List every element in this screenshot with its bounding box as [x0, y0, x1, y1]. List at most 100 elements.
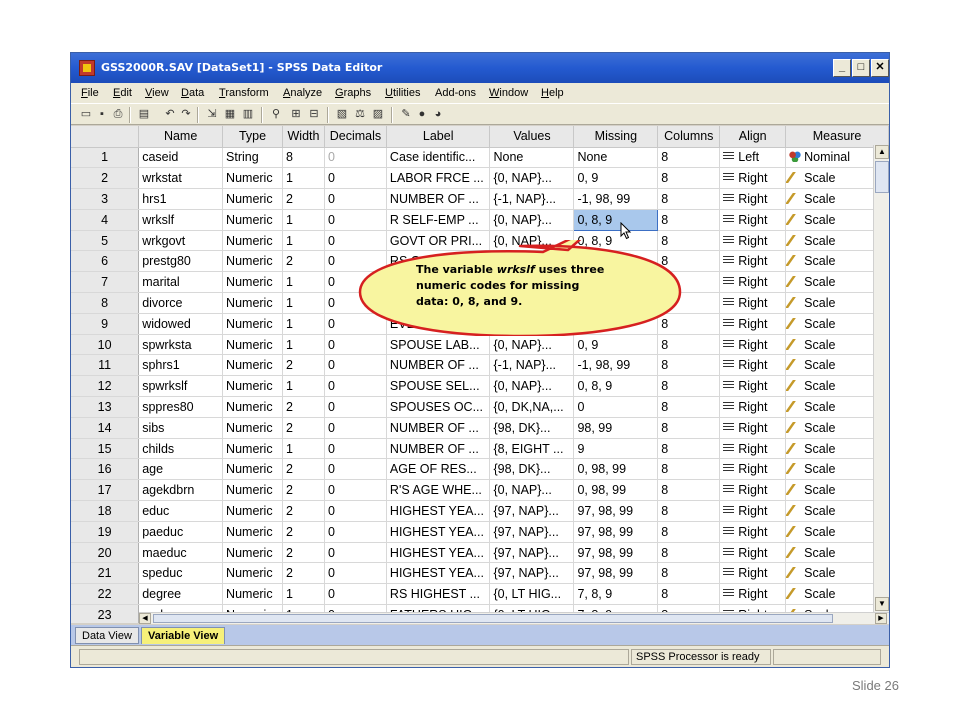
- cell-decimals[interactable]: 0: [324, 167, 387, 190]
- horizontal-scrollbar[interactable]: ◀ ▶: [139, 612, 889, 624]
- cell-label[interactable]: R SELF-EMP ...: [386, 209, 491, 231]
- cell-align[interactable]: Right: [719, 396, 787, 418]
- redo-icon[interactable]: ↷: [179, 108, 193, 121]
- cell-type[interactable]: Numeric: [222, 438, 283, 460]
- menu-view[interactable]: View: [145, 87, 169, 99]
- row-number[interactable]: 5: [71, 230, 140, 252]
- column-header-missing[interactable]: Missing: [573, 126, 659, 148]
- cell-name[interactable]: degree: [138, 583, 224, 606]
- cell-name[interactable]: sppres80: [138, 396, 224, 418]
- column-header-name[interactable]: Name: [138, 126, 224, 148]
- cell-missing[interactable]: None: [573, 147, 659, 169]
- cell-width[interactable]: 1: [282, 271, 325, 294]
- cell-decimals[interactable]: 0: [324, 417, 387, 439]
- menu-analyze[interactable]: Analyze: [283, 87, 322, 99]
- row-number[interactable]: 11: [71, 354, 140, 377]
- minimize-button[interactable]: _: [833, 59, 851, 77]
- cell-columns[interactable]: 8: [657, 583, 721, 606]
- cell-missing[interactable]: -1, 98, 99: [573, 188, 659, 210]
- cell-label[interactable]: HIGHEST YEA...: [386, 562, 491, 585]
- cell-missing[interactable]: 0, 98, 99: [573, 479, 659, 502]
- cell-decimals[interactable]: 0: [324, 354, 387, 377]
- cell-type[interactable]: Numeric: [222, 271, 283, 294]
- cell-label[interactable]: SPOUSE SEL...: [386, 375, 491, 398]
- cell-missing[interactable]: 0, 9: [573, 167, 659, 190]
- cell-columns[interactable]: 8: [657, 438, 721, 460]
- row-number[interactable]: 17: [71, 479, 140, 502]
- cell-columns[interactable]: 8: [657, 500, 721, 522]
- cell-label[interactable]: HIGHEST YEA...: [386, 542, 491, 564]
- cell-label[interactable]: SPOUSE LAB...: [386, 334, 491, 356]
- cell-type[interactable]: Numeric: [222, 417, 283, 439]
- row-number[interactable]: 14: [71, 417, 140, 439]
- cell-type[interactable]: String: [222, 147, 283, 169]
- cell-width[interactable]: 1: [282, 375, 325, 398]
- row-number[interactable]: 20: [71, 542, 140, 564]
- cell-align[interactable]: Right: [719, 167, 787, 190]
- cell-name[interactable]: wrkslf: [138, 209, 224, 231]
- open-file-icon[interactable]: ▭: [79, 108, 93, 121]
- cell-values[interactable]: {0, NAP}...: [489, 375, 575, 398]
- cell-type[interactable]: Numeric: [222, 583, 283, 606]
- cell-name[interactable]: age: [138, 458, 224, 481]
- cell-values[interactable]: {-1, NAP}...: [489, 354, 575, 377]
- row-number[interactable]: 15: [71, 438, 140, 460]
- cell-name[interactable]: agekdbrn: [138, 479, 224, 502]
- select-cases-icon[interactable]: ▨: [371, 108, 385, 121]
- cell-align[interactable]: Right: [719, 250, 787, 273]
- cell-name[interactable]: maeduc: [138, 542, 224, 564]
- cell-align[interactable]: Right: [719, 188, 787, 210]
- cell-type[interactable]: Numeric: [222, 230, 283, 252]
- row-number[interactable]: 16: [71, 458, 140, 481]
- cell-width[interactable]: 2: [282, 250, 325, 273]
- cell-columns[interactable]: 8: [657, 167, 721, 190]
- cell-missing[interactable]: 97, 98, 99: [573, 500, 659, 522]
- cell-name[interactable]: hrs1: [138, 188, 224, 210]
- row-number[interactable]: 21: [71, 562, 140, 585]
- cell-decimals[interactable]: 0: [324, 562, 387, 585]
- corner-cell[interactable]: [71, 126, 140, 148]
- row-number[interactable]: 22: [71, 583, 140, 606]
- cell-missing[interactable]: 97, 98, 99: [573, 521, 659, 543]
- close-button[interactable]: ✕: [871, 59, 889, 77]
- cell-columns[interactable]: 8: [657, 375, 721, 398]
- cell-type[interactable]: Numeric: [222, 562, 283, 585]
- cell-name[interactable]: prestg80: [138, 250, 224, 273]
- cell-columns[interactable]: 8: [657, 188, 721, 210]
- cell-name[interactable]: wrkgovt: [138, 230, 224, 252]
- cell-label[interactable]: SPOUSES OC...: [386, 396, 491, 418]
- cell-align[interactable]: Right: [719, 583, 787, 606]
- menu-graphs[interactable]: Graphs: [335, 87, 371, 99]
- row-number[interactable]: 12: [71, 375, 140, 398]
- dialog-recall-icon[interactable]: ▤: [137, 108, 151, 121]
- cell-width[interactable]: 1: [282, 209, 325, 231]
- cell-missing[interactable]: 97, 98, 99: [573, 562, 659, 585]
- goto-case-icon[interactable]: ⇲: [205, 108, 219, 121]
- cell-columns[interactable]: 8: [657, 521, 721, 543]
- column-header-width[interactable]: Width: [282, 126, 325, 148]
- cell-type[interactable]: Numeric: [222, 479, 283, 502]
- cell-label[interactable]: NUMBER OF ...: [386, 354, 491, 377]
- row-number[interactable]: 9: [71, 313, 140, 335]
- cell-name[interactable]: paeduc: [138, 521, 224, 543]
- cell-label[interactable]: NUMBER OF ...: [386, 417, 491, 439]
- save-icon[interactable]: ▪: [95, 108, 109, 121]
- cell-decimals[interactable]: 0: [324, 500, 387, 522]
- scroll-down-arrow-icon[interactable]: ▼: [875, 597, 889, 611]
- menu-file[interactable]: File: [81, 87, 99, 99]
- cell-align[interactable]: Right: [719, 354, 787, 377]
- cell-label[interactable]: Case identific...: [386, 147, 491, 169]
- column-header-columns[interactable]: Columns: [657, 126, 721, 148]
- row-number[interactable]: 4: [71, 209, 140, 231]
- menu-window[interactable]: Window: [489, 87, 528, 99]
- cell-width[interactable]: 2: [282, 521, 325, 543]
- cell-type[interactable]: Numeric: [222, 458, 283, 481]
- insert-variable-icon[interactable]: ⊟: [307, 108, 321, 121]
- cell-type[interactable]: Numeric: [222, 375, 283, 398]
- menu-edit[interactable]: Edit: [113, 87, 132, 99]
- cell-align[interactable]: Right: [719, 438, 787, 460]
- cell-width[interactable]: 2: [282, 417, 325, 439]
- show-all-icon[interactable]: ◕: [431, 108, 445, 121]
- cell-width[interactable]: 2: [282, 188, 325, 210]
- cell-missing[interactable]: 7, 8, 9: [573, 583, 659, 606]
